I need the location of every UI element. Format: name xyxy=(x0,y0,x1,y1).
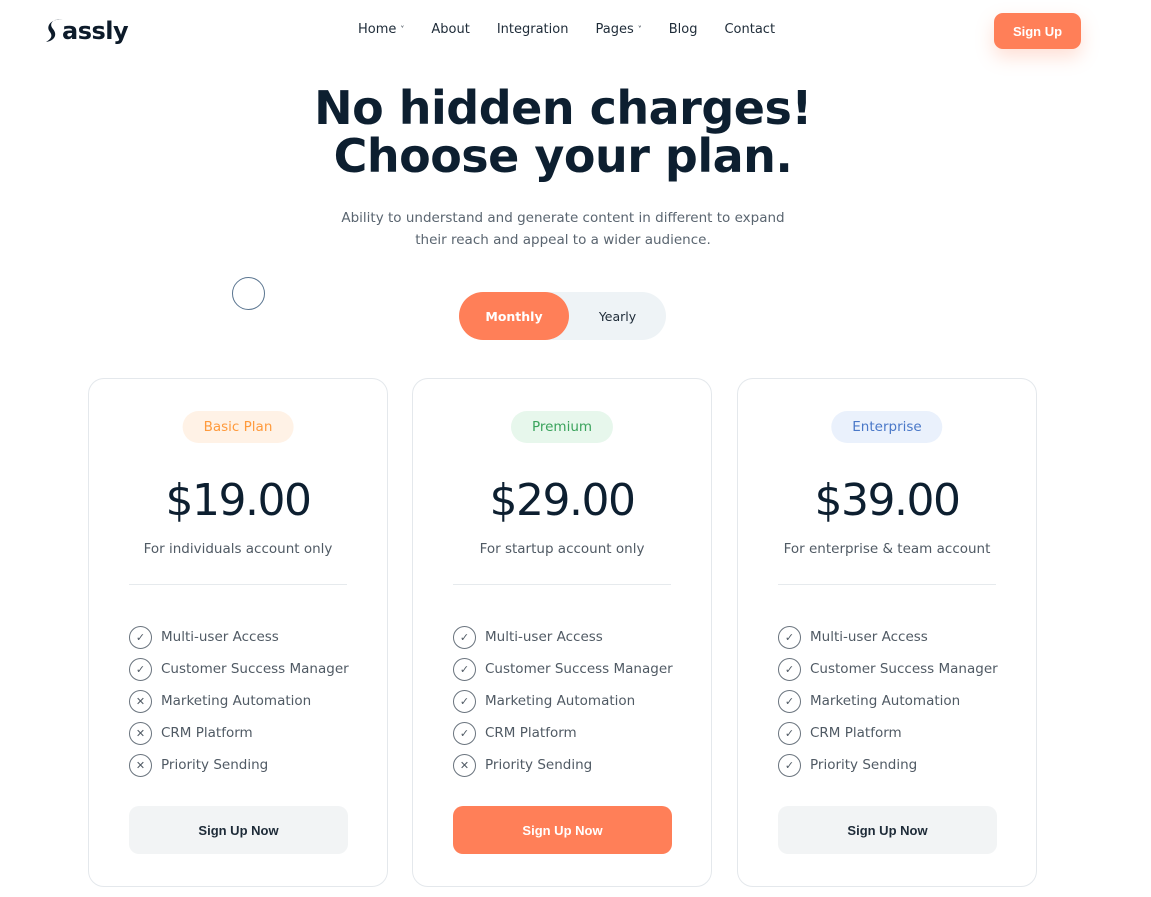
plan-description: For enterprise & team account xyxy=(783,541,991,557)
check-icon: ✓ xyxy=(778,753,801,777)
plan-price: $19.00 xyxy=(165,475,312,526)
feature-item: ✓ Customer Success Manager xyxy=(778,653,998,685)
feature-label: Marketing Automation xyxy=(161,693,312,709)
plan-card-basic: Basic Plan $19.00 For individuals accoun… xyxy=(88,378,388,887)
signup-now-button[interactable]: Sign Up Now xyxy=(129,806,348,854)
nav-item-label: Home xyxy=(358,22,397,37)
feature-label: Marketing Automation xyxy=(810,693,961,709)
feature-item: ✕ Priority Sending xyxy=(453,749,673,781)
check-icon: ✓ xyxy=(778,689,801,713)
feature-list: ✓ Multi-user Access ✓ Customer Success Man… xyxy=(778,621,998,781)
signup-now-button[interactable]: Sign Up Now xyxy=(453,806,672,854)
toggle-monthly[interactable]: Monthly xyxy=(459,292,569,340)
check-icon: ✓ xyxy=(453,689,476,713)
feature-label: Marketing Automation xyxy=(485,693,636,709)
check-icon: ✓ xyxy=(778,657,801,681)
cross-icon: ✕ xyxy=(129,753,152,777)
signup-now-button[interactable]: Sign Up Now xyxy=(778,806,997,854)
feature-item: ✓ Multi-user Access xyxy=(129,621,349,653)
site-header: assly Home ˅ About Integration Pages ˅ B… xyxy=(0,0,1151,62)
brand-name: assly xyxy=(62,17,129,45)
header-signup-button[interactable]: Sign Up xyxy=(994,13,1081,49)
plan-price: $39.00 xyxy=(814,475,961,526)
plan-badge: Basic Plan xyxy=(182,411,294,443)
feature-label: Customer Success Manager xyxy=(485,661,673,677)
page-subtitle: Ability to understand and generate conte… xyxy=(0,207,1126,251)
plan-badge: Premium xyxy=(510,411,614,443)
feature-label: CRM Platform xyxy=(161,725,253,741)
feature-item: ✓ Customer Success Manager xyxy=(129,653,349,685)
nav-item-contact[interactable]: Contact xyxy=(724,22,775,37)
check-icon: ✓ xyxy=(778,625,801,649)
toggle-yearly[interactable]: Yearly xyxy=(569,292,666,340)
plan-price: $29.00 xyxy=(489,475,636,526)
cross-icon: ✕ xyxy=(453,753,476,777)
nav-item-label: Pages xyxy=(595,22,634,37)
check-icon: ✓ xyxy=(129,657,152,681)
feature-item: ✓ Multi-user Access xyxy=(778,621,998,653)
feature-list: ✓ Multi-user Access ✓ Customer Success Man… xyxy=(129,621,349,781)
check-icon: ✓ xyxy=(129,625,152,649)
feature-label: CRM Platform xyxy=(810,725,902,741)
main-nav: Home ˅ About Integration Pages ˅ Blog Co… xyxy=(358,22,802,37)
nav-item-label: Contact xyxy=(724,22,776,37)
plan-description: For individuals account only xyxy=(143,541,333,557)
feature-label: Multi-user Access xyxy=(161,629,279,645)
check-icon: ✓ xyxy=(453,625,476,649)
feature-item: ✓ CRM Platform xyxy=(778,717,998,749)
feature-label: Multi-user Access xyxy=(485,629,603,645)
page-subtitle-line1: Ability to understand and generate conte… xyxy=(341,210,785,226)
nav-item-blog[interactable]: Blog xyxy=(669,22,698,37)
chevron-down-icon: ˅ xyxy=(637,25,642,34)
check-icon: ✓ xyxy=(778,721,801,745)
plan-description: For startup account only xyxy=(479,541,645,557)
check-icon: ✓ xyxy=(453,657,476,681)
plan-card-premium: Premium $29.00 For startup account only … xyxy=(412,378,712,887)
feature-list: ✓ Multi-user Access ✓ Customer Success Man… xyxy=(453,621,673,781)
feature-item: ✓ Marketing Automation xyxy=(453,685,673,717)
nav-item-label: Integration xyxy=(496,22,569,37)
plan-badge: Enterprise xyxy=(831,411,943,443)
cross-icon: ✕ xyxy=(129,689,152,713)
feature-label: Priority Sending xyxy=(161,757,269,773)
feature-label: CRM Platform xyxy=(485,725,577,741)
divider xyxy=(453,584,671,585)
feature-item: ✓ Priority Sending xyxy=(778,749,998,781)
nav-item-label: Blog xyxy=(668,22,698,37)
nav-item-pages[interactable]: Pages ˅ xyxy=(595,22,641,37)
decorative-ring xyxy=(232,277,265,310)
feature-item: ✓ Marketing Automation xyxy=(778,685,998,717)
plan-card-enterprise: Enterprise $39.00 For enterprise & team … xyxy=(737,378,1037,887)
cross-icon: ✕ xyxy=(129,721,152,745)
feature-item: ✕ Priority Sending xyxy=(129,749,349,781)
divider xyxy=(129,584,347,585)
feature-item: ✕ CRM Platform xyxy=(129,717,349,749)
billing-toggle: Monthly Yearly xyxy=(459,292,666,340)
feature-item: ✓ Multi-user Access xyxy=(453,621,673,653)
feature-label: Priority Sending xyxy=(810,757,918,773)
page-title: No hidden charges! Choose your plan. xyxy=(0,84,1126,180)
divider xyxy=(778,584,996,585)
feature-label: Multi-user Access xyxy=(810,629,928,645)
feature-label: Customer Success Manager xyxy=(810,661,998,677)
brand-logo[interactable]: assly xyxy=(44,14,129,48)
feature-label: Priority Sending xyxy=(485,757,593,773)
page-subtitle-line2: their reach and appeal to a wider audien… xyxy=(415,232,711,248)
page-title-line2: Choose your plan. xyxy=(333,129,793,183)
check-icon: ✓ xyxy=(453,721,476,745)
page-title-line1: No hidden charges! xyxy=(314,81,812,135)
feature-label: Customer Success Manager xyxy=(161,661,349,677)
feature-item: ✓ Customer Success Manager xyxy=(453,653,673,685)
feature-item: ✓ CRM Platform xyxy=(453,717,673,749)
nav-item-home[interactable]: Home ˅ xyxy=(358,22,404,37)
nav-item-integration[interactable]: Integration xyxy=(497,22,569,37)
nav-item-label: About xyxy=(431,22,470,37)
chevron-down-icon: ˅ xyxy=(400,25,405,34)
feature-item: ✕ Marketing Automation xyxy=(129,685,349,717)
nav-item-about[interactable]: About xyxy=(431,22,469,37)
